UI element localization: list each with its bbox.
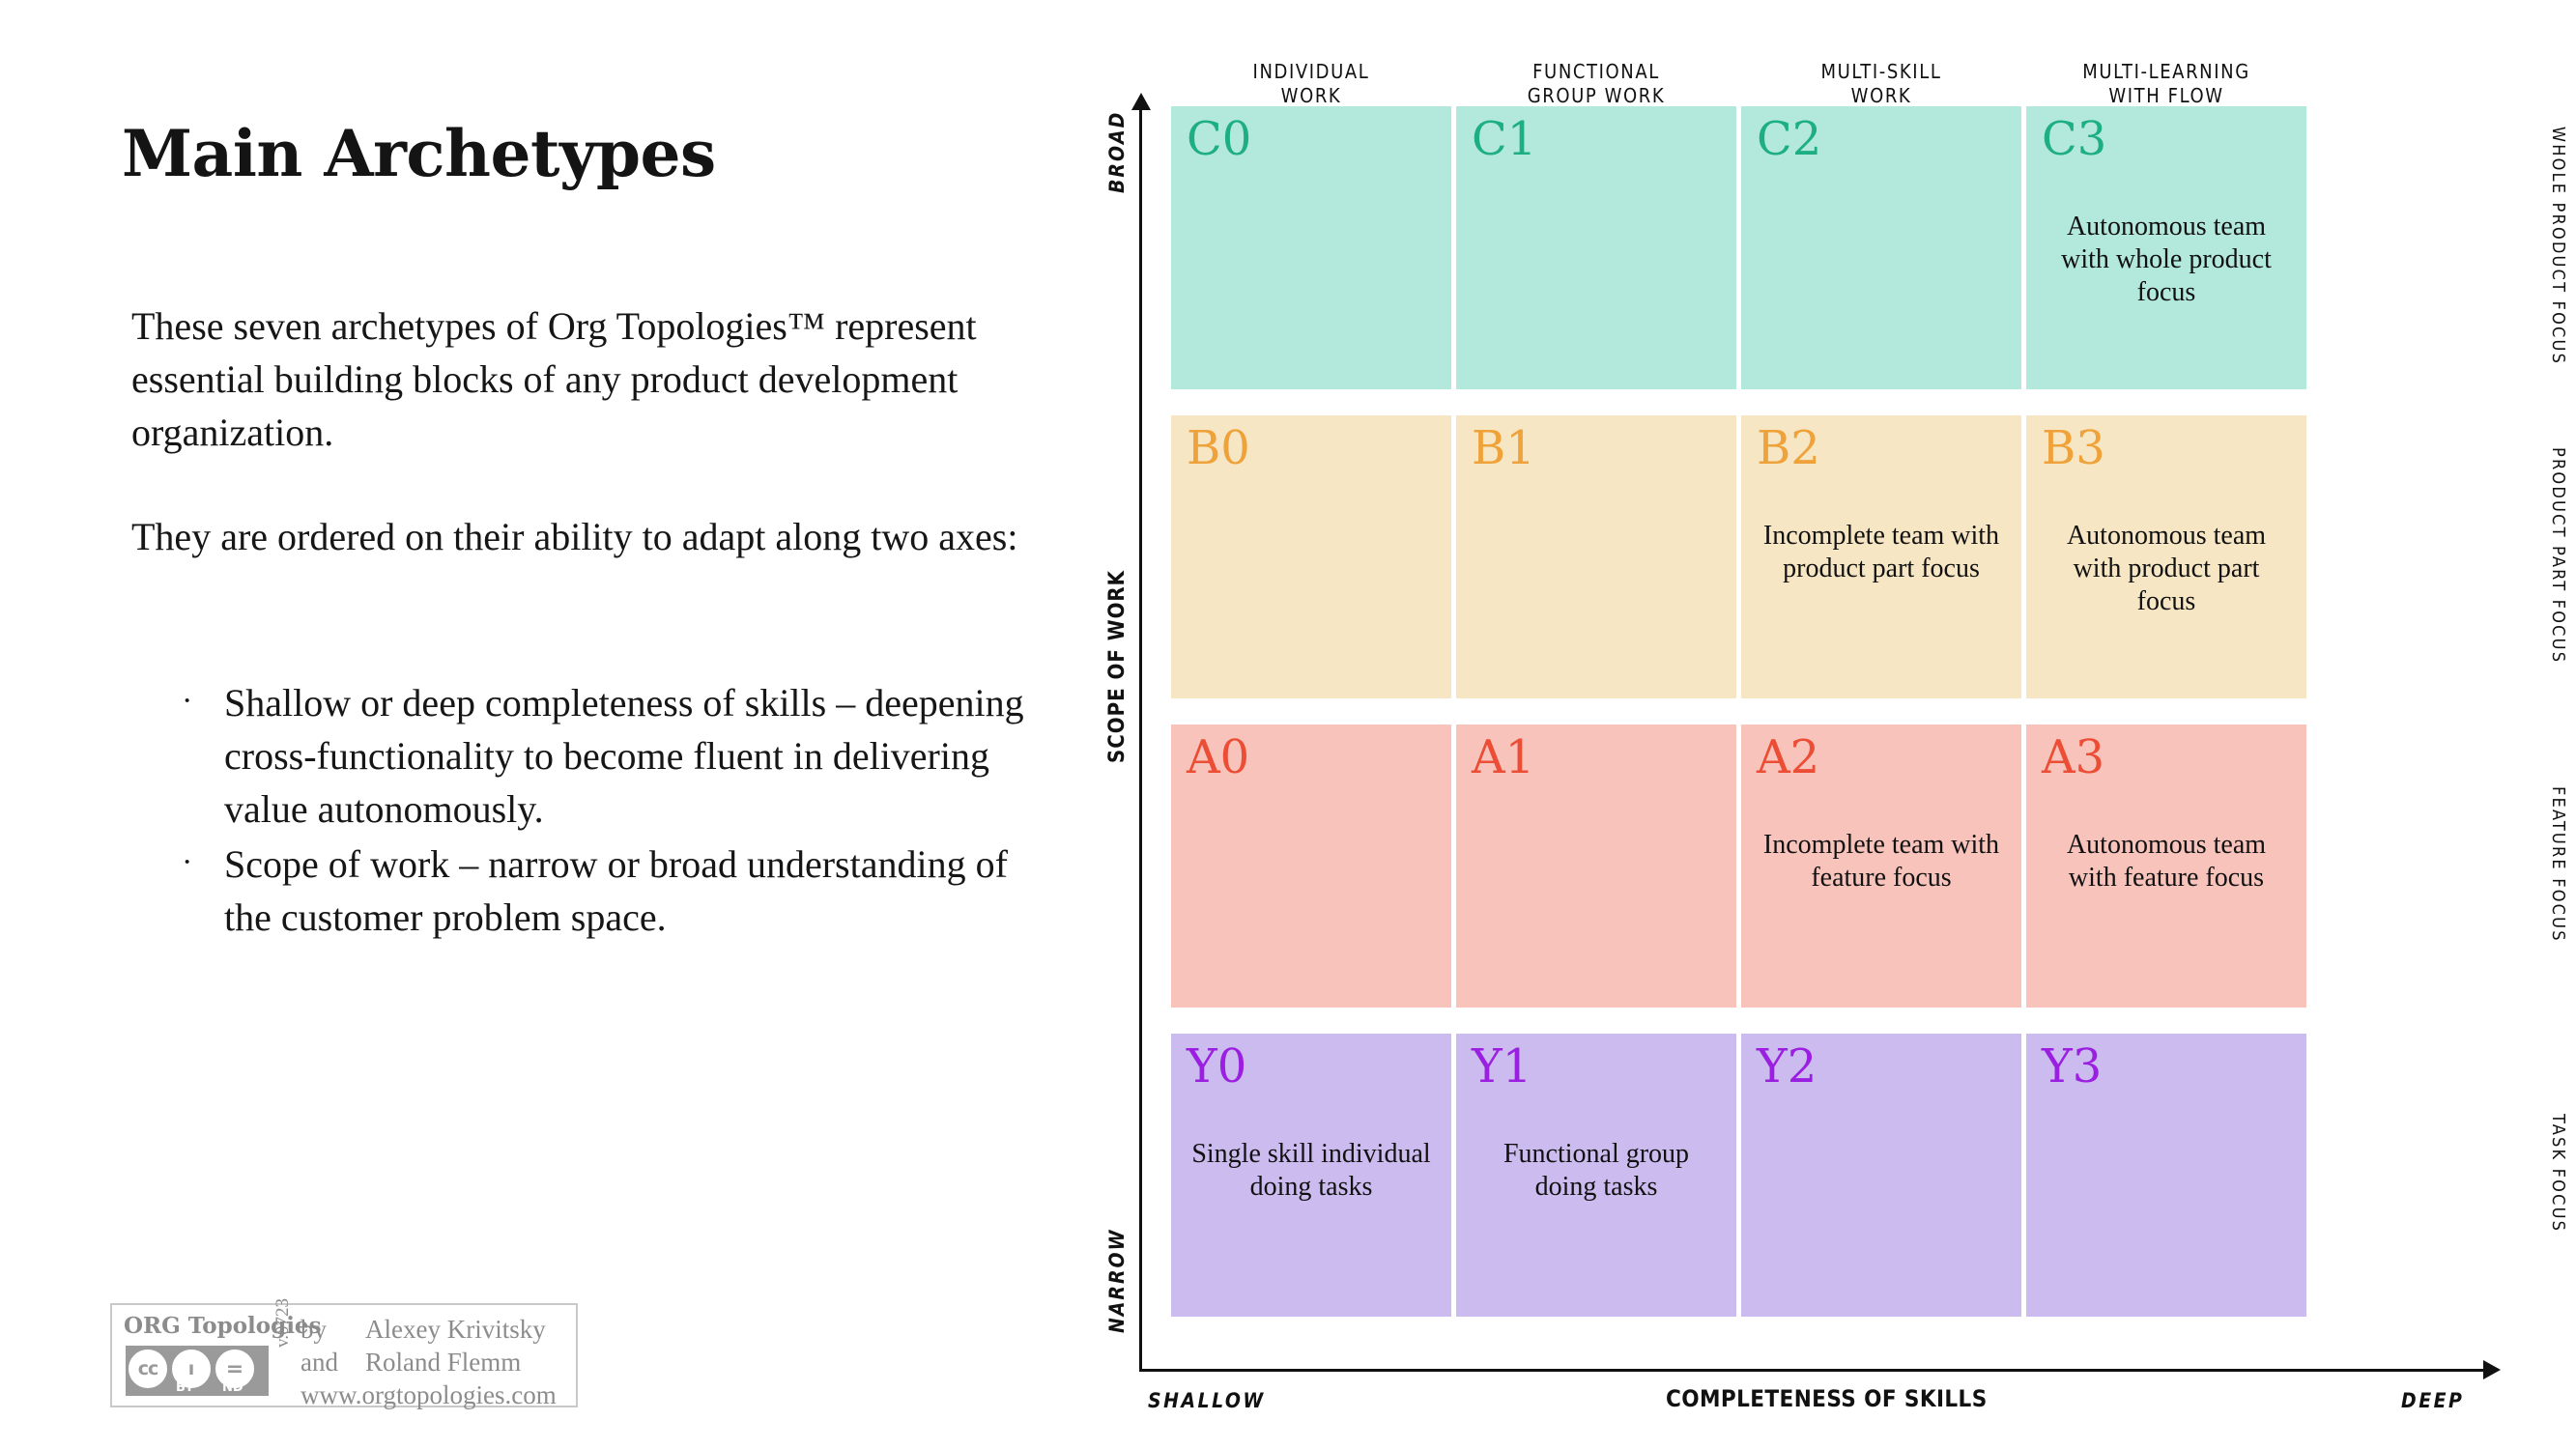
column-header-line-2: GROUP WORK	[1527, 84, 1666, 107]
creative-commons-icon: cc ı = BY ND	[126, 1346, 269, 1396]
row-label: PRODUCT PART FOCUS	[2548, 446, 2568, 665]
column-header: MULTI-SKILL WORK	[1741, 60, 2021, 108]
x-axis-arrow-icon	[2483, 1360, 2501, 1379]
archetype-description: Autonomous team with whole product focus	[2061, 212, 2272, 307]
column-header-line-2: WITH FLOW	[2108, 84, 2224, 107]
cc-logo-icon: cc	[129, 1350, 167, 1388]
website-url: www.orgtopologies.com	[301, 1380, 557, 1409]
matrix-cell-a2[interactable]: A2 Incomplete team with feature focus	[1741, 724, 2021, 1008]
y-axis-title: SCOPE OF WORK	[1105, 570, 1130, 763]
x-axis-min-label: SHALLOW	[1148, 1389, 1266, 1412]
y-axis-min-label: NARROW	[1105, 1228, 1129, 1333]
matrix-cell-b1[interactable]: B1	[1456, 415, 1736, 698]
column-header-line-1: MULTI-SKILL	[1820, 60, 1942, 83]
column-header-line-1: MULTI-LEARNING	[2082, 60, 2250, 83]
archetype-code: B2	[1757, 421, 1820, 475]
x-axis-line	[1139, 1369, 2490, 1372]
archetype-code: Y1	[1472, 1039, 1532, 1094]
archetype-code: A1	[1472, 730, 1535, 784]
archetype-description: Functional group doing tasks	[1503, 1139, 1690, 1202]
archetype-code: Y0	[1187, 1039, 1247, 1094]
matrix-cell-y0[interactable]: Y0 Single skill individual doing tasks	[1171, 1034, 1451, 1317]
cc-by-label: BY	[176, 1380, 194, 1395]
intro-paragraph-1: These seven archetypes of Org Topologies…	[131, 304, 977, 454]
archetypes-matrix: BROAD SCOPE OF WORK NARROW SHALLOW COMPL…	[1092, 0, 2576, 1449]
bullet-text: Shallow or deep completeness of skills –…	[224, 681, 1024, 831]
column-header: INDIVIDUAL WORK	[1171, 60, 1451, 108]
archetype-code: Y3	[2042, 1039, 2103, 1094]
page-title: Main Archetypes	[122, 116, 716, 191]
archetype-code: A2	[1757, 730, 1820, 784]
matrix-cell-y3[interactable]: Y3	[2026, 1034, 2306, 1317]
author-name-1: Alexey Krivitsky	[365, 1315, 546, 1344]
bullet-marker-icon: ·	[182, 683, 193, 719]
y-axis-max-label: BROAD	[1105, 110, 1129, 193]
bullet-text: Scope of work – narrow or broad understa…	[224, 842, 1008, 939]
archetype-description: Incomplete team with feature focus	[1762, 830, 2000, 893]
axes-bullet-list: · Shallow or deep completeness of skills…	[174, 676, 1024, 946]
matrix-cell-b0[interactable]: B0	[1171, 415, 1451, 698]
matrix-cell-y2[interactable]: Y2	[1741, 1034, 2021, 1317]
archetype-code: B0	[1187, 421, 1250, 475]
intro-paragraph-2: They are ordered on their ability to ada…	[131, 515, 1018, 558]
licence-badge: ORG Topologies cc ı = BY ND v.0723 by Al…	[110, 1298, 578, 1409]
list-item: · Scope of work – narrow or broad unders…	[174, 838, 1024, 944]
column-header-line-1: INDIVIDUAL	[1252, 60, 1370, 83]
archetype-code: A0	[1187, 730, 1250, 784]
list-item: · Shallow or deep completeness of skills…	[174, 676, 1024, 836]
archetype-description: Incomplete team with product part focus	[1762, 521, 2000, 583]
x-axis-max-label: DEEP	[2401, 1389, 2465, 1412]
archetype-code: C0	[1187, 112, 1252, 166]
matrix-cell-c2[interactable]: C2	[1741, 106, 2021, 389]
archetype-code: Y2	[1757, 1039, 1818, 1094]
archetype-code: C3	[2042, 112, 2107, 166]
matrix-cell-c0[interactable]: C0	[1171, 106, 1451, 389]
matrix-cell-a1[interactable]: A1	[1456, 724, 1736, 1008]
column-header-line-1: FUNCTIONAL	[1532, 60, 1660, 83]
cc-nd-label: ND	[222, 1380, 243, 1395]
row-label: FEATURE FOCUS	[2548, 786, 2568, 943]
row-label: TASK FOCUS	[2548, 1114, 2568, 1234]
column-header-line-2: WORK	[1280, 84, 1342, 107]
version-label: v.0723	[272, 1297, 293, 1348]
column-header: MULTI-LEARNING WITH FLOW	[2026, 60, 2306, 108]
by-word: by	[301, 1315, 327, 1344]
y-axis-line	[1139, 104, 1142, 1372]
column-header: FUNCTIONAL GROUP WORK	[1456, 60, 1736, 108]
matrix-cell-c1[interactable]: C1	[1456, 106, 1736, 389]
archetype-code: C1	[1472, 112, 1537, 166]
archetype-description: Single skill individual doing tasks	[1191, 1139, 1431, 1202]
intro-panel: Main Archetypes These seven archetypes o…	[0, 0, 1082, 1449]
and-word: and	[301, 1348, 338, 1377]
row-label: WHOLE PRODUCT FOCUS	[2548, 127, 2568, 366]
matrix-cell-a3[interactable]: A3 Autonomous team with feature focus	[2026, 724, 2306, 1008]
archetype-code: A3	[2042, 730, 2105, 784]
column-header-line-2: WORK	[1850, 84, 1912, 107]
matrix-cell-c3[interactable]: C3 Autonomous team with whole product foc…	[2026, 106, 2306, 389]
archetype-code: B1	[1472, 421, 1535, 475]
x-axis-title: COMPLETENESS OF SKILLS	[1666, 1385, 1988, 1412]
archetype-code: B3	[2042, 421, 2105, 475]
bullet-marker-icon: ·	[182, 844, 193, 880]
archetype-description: Autonomous team with feature focus	[2066, 830, 2267, 893]
archetype-description: Autonomous team with product part focus	[2066, 521, 2267, 616]
author-name-2: Roland Flemm	[365, 1348, 522, 1377]
matrix-cell-a0[interactable]: A0	[1171, 724, 1451, 1008]
matrix-cell-b2[interactable]: B2 Incomplete team with product part focu…	[1741, 415, 2021, 698]
matrix-cell-y1[interactable]: Y1 Functional group doing tasks	[1456, 1034, 1736, 1317]
archetype-code: C2	[1757, 112, 1822, 166]
matrix-cell-b3[interactable]: B3 Autonomous team with product part focu…	[2026, 415, 2306, 698]
